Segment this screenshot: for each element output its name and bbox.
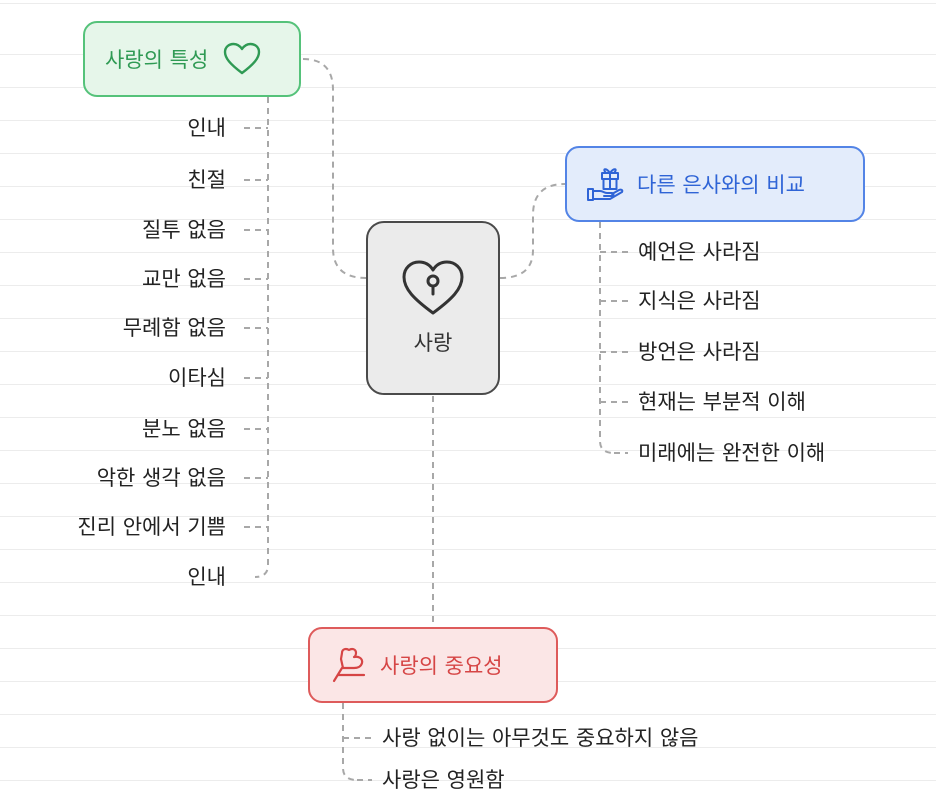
node-love-traits[interactable]: 사랑의 특성 — [83, 21, 301, 97]
node-title: 사랑의 중요성 — [380, 654, 503, 678]
comparison-item: 방언은 사라짐 — [638, 340, 761, 364]
node-title: 사랑의 특성 — [105, 48, 209, 72]
comparison-item: 현재는 부분적 이해 — [638, 390, 806, 414]
trait-item: 친절 — [187, 168, 226, 192]
trait-item: 무례함 없음 — [122, 316, 226, 340]
heart-lock-icon — [400, 259, 466, 317]
trait-item: 질투 없음 — [142, 218, 226, 242]
node-comparison[interactable]: 다른 은사와의 비교 — [565, 146, 865, 222]
trait-item: 교만 없음 — [142, 267, 226, 291]
comparison-item: 지식은 사라짐 — [638, 289, 761, 313]
trait-item: 이타심 — [168, 366, 226, 390]
gift-hand-icon — [585, 164, 625, 204]
importance-item: 사랑 없이는 아무것도 중요하지 않음 — [382, 726, 699, 750]
heart-icon — [222, 42, 262, 76]
trait-item: 분노 없음 — [142, 417, 226, 441]
heart-signpost-icon — [328, 645, 368, 685]
comparison-item: 예언은 사라짐 — [638, 240, 761, 264]
node-love-center[interactable]: 사랑 — [366, 221, 500, 395]
comparison-item: 미래에는 완전한 이해 — [638, 441, 826, 465]
node-importance[interactable]: 사랑의 중요성 — [308, 627, 558, 703]
trait-item: 인내 — [187, 116, 226, 140]
node-title: 다른 은사와의 비교 — [637, 173, 805, 197]
trait-item: 진리 안에서 기쁨 — [77, 515, 226, 539]
importance-item: 사랑은 영원함 — [382, 768, 505, 792]
node-title: 사랑 — [413, 331, 453, 355]
trait-item: 악한 생각 없음 — [96, 466, 226, 490]
trait-item: 인내 — [187, 565, 226, 589]
